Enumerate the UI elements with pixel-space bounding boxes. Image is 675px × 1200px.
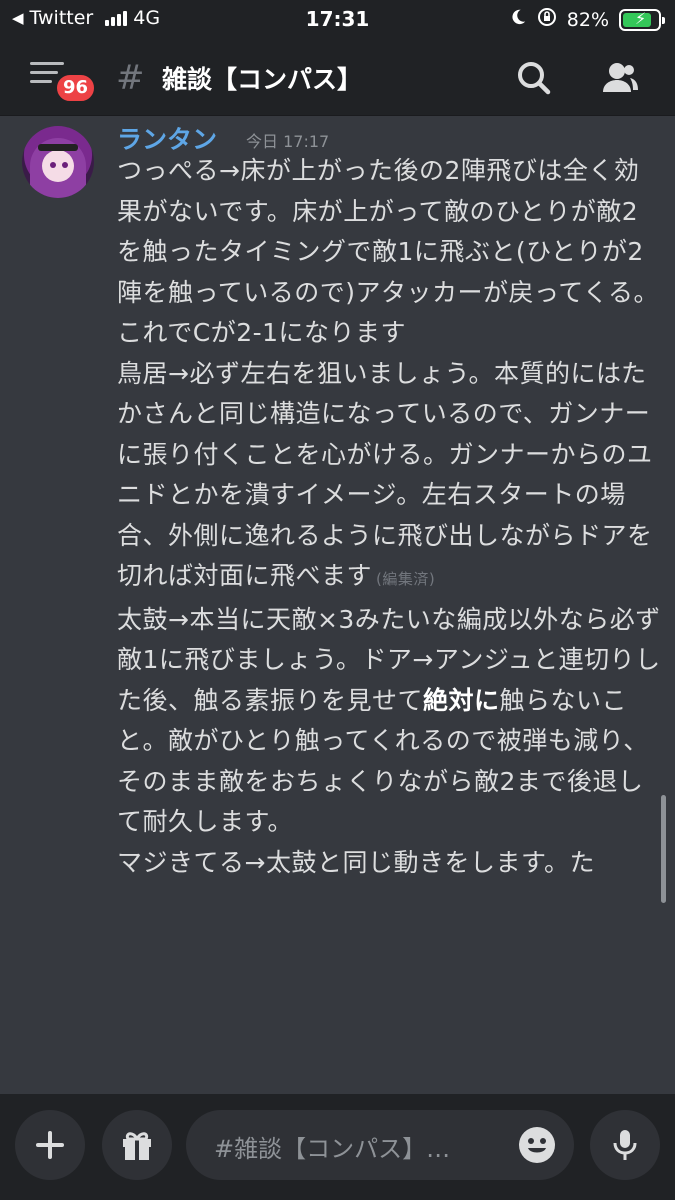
search-icon[interactable] — [514, 58, 554, 98]
message-input[interactable]: #雑談【コンパス】… — [186, 1110, 574, 1180]
scrollbar[interactable] — [661, 795, 666, 903]
bold-text: 絶対に — [423, 685, 500, 715]
battery-icon: ⚡ — [619, 8, 665, 31]
gift-button[interactable] — [102, 1110, 172, 1180]
message-paragraph: 太鼓→本当に天敵×3みたいな編成以外なら必ず敵1に飛びましょう。ドア→アンジュと… — [117, 600, 662, 843]
message-timestamp: 今日 17:17 — [246, 132, 330, 151]
message-list[interactable]: ランタン 今日 17:17 つっぺる→床が上がった後の2陣飛びは全く効果がないで… — [0, 117, 675, 1095]
charging-bolt-icon: ⚡ — [635, 8, 647, 28]
voice-button[interactable] — [590, 1110, 660, 1180]
status-right: 82% ⚡ — [509, 7, 665, 32]
avatar[interactable] — [22, 126, 94, 198]
composer-bar: #雑談【コンパス】… — [0, 1094, 675, 1200]
message-text: 鳥居→必ず左右を狙いましょう。本質的にはたかさんと同じ構造になっているので、ガン… — [117, 358, 653, 591]
microphone-icon — [613, 1130, 637, 1160]
members-icon[interactable] — [600, 58, 640, 98]
message-paragraph: 鳥居→必ず左右を狙いましょう。本質的にはたかさんと同じ構造になっているので、ガン… — [117, 354, 662, 600]
emoji-icon[interactable] — [516, 1124, 558, 1166]
channel-hash-icon: # — [116, 58, 145, 98]
channel-title[interactable]: 雑談【コンパス】 — [162, 60, 362, 96]
message-input-placeholder: #雑談【コンパス】… — [214, 1135, 451, 1163]
message-content: つっぺる→床が上がった後の2陣飛びは全く効果がないです。床が上がって敵のひとりが… — [117, 151, 662, 883]
plus-icon — [36, 1131, 64, 1159]
moon-icon — [509, 8, 527, 31]
message-paragraph: つっぺる→床が上がった後の2陣飛びは全く効果がないです。床が上がって敵のひとりが… — [117, 156, 660, 347]
gift-icon — [123, 1132, 151, 1160]
channel-header: 96 # 雑談【コンパス】 — [0, 40, 675, 116]
edited-label: (編集済) — [376, 570, 436, 588]
add-attachment-button[interactable] — [15, 1110, 85, 1180]
rotation-lock-icon — [537, 7, 557, 32]
unread-badge: 96 — [54, 72, 98, 104]
status-bar: ◀ Twitter 4G 17:31 82% ⚡ — [0, 0, 675, 40]
battery-percent: 82% — [566, 8, 609, 31]
message-paragraph: マジきてる→太鼓と同じ動きをします。た — [117, 847, 595, 877]
